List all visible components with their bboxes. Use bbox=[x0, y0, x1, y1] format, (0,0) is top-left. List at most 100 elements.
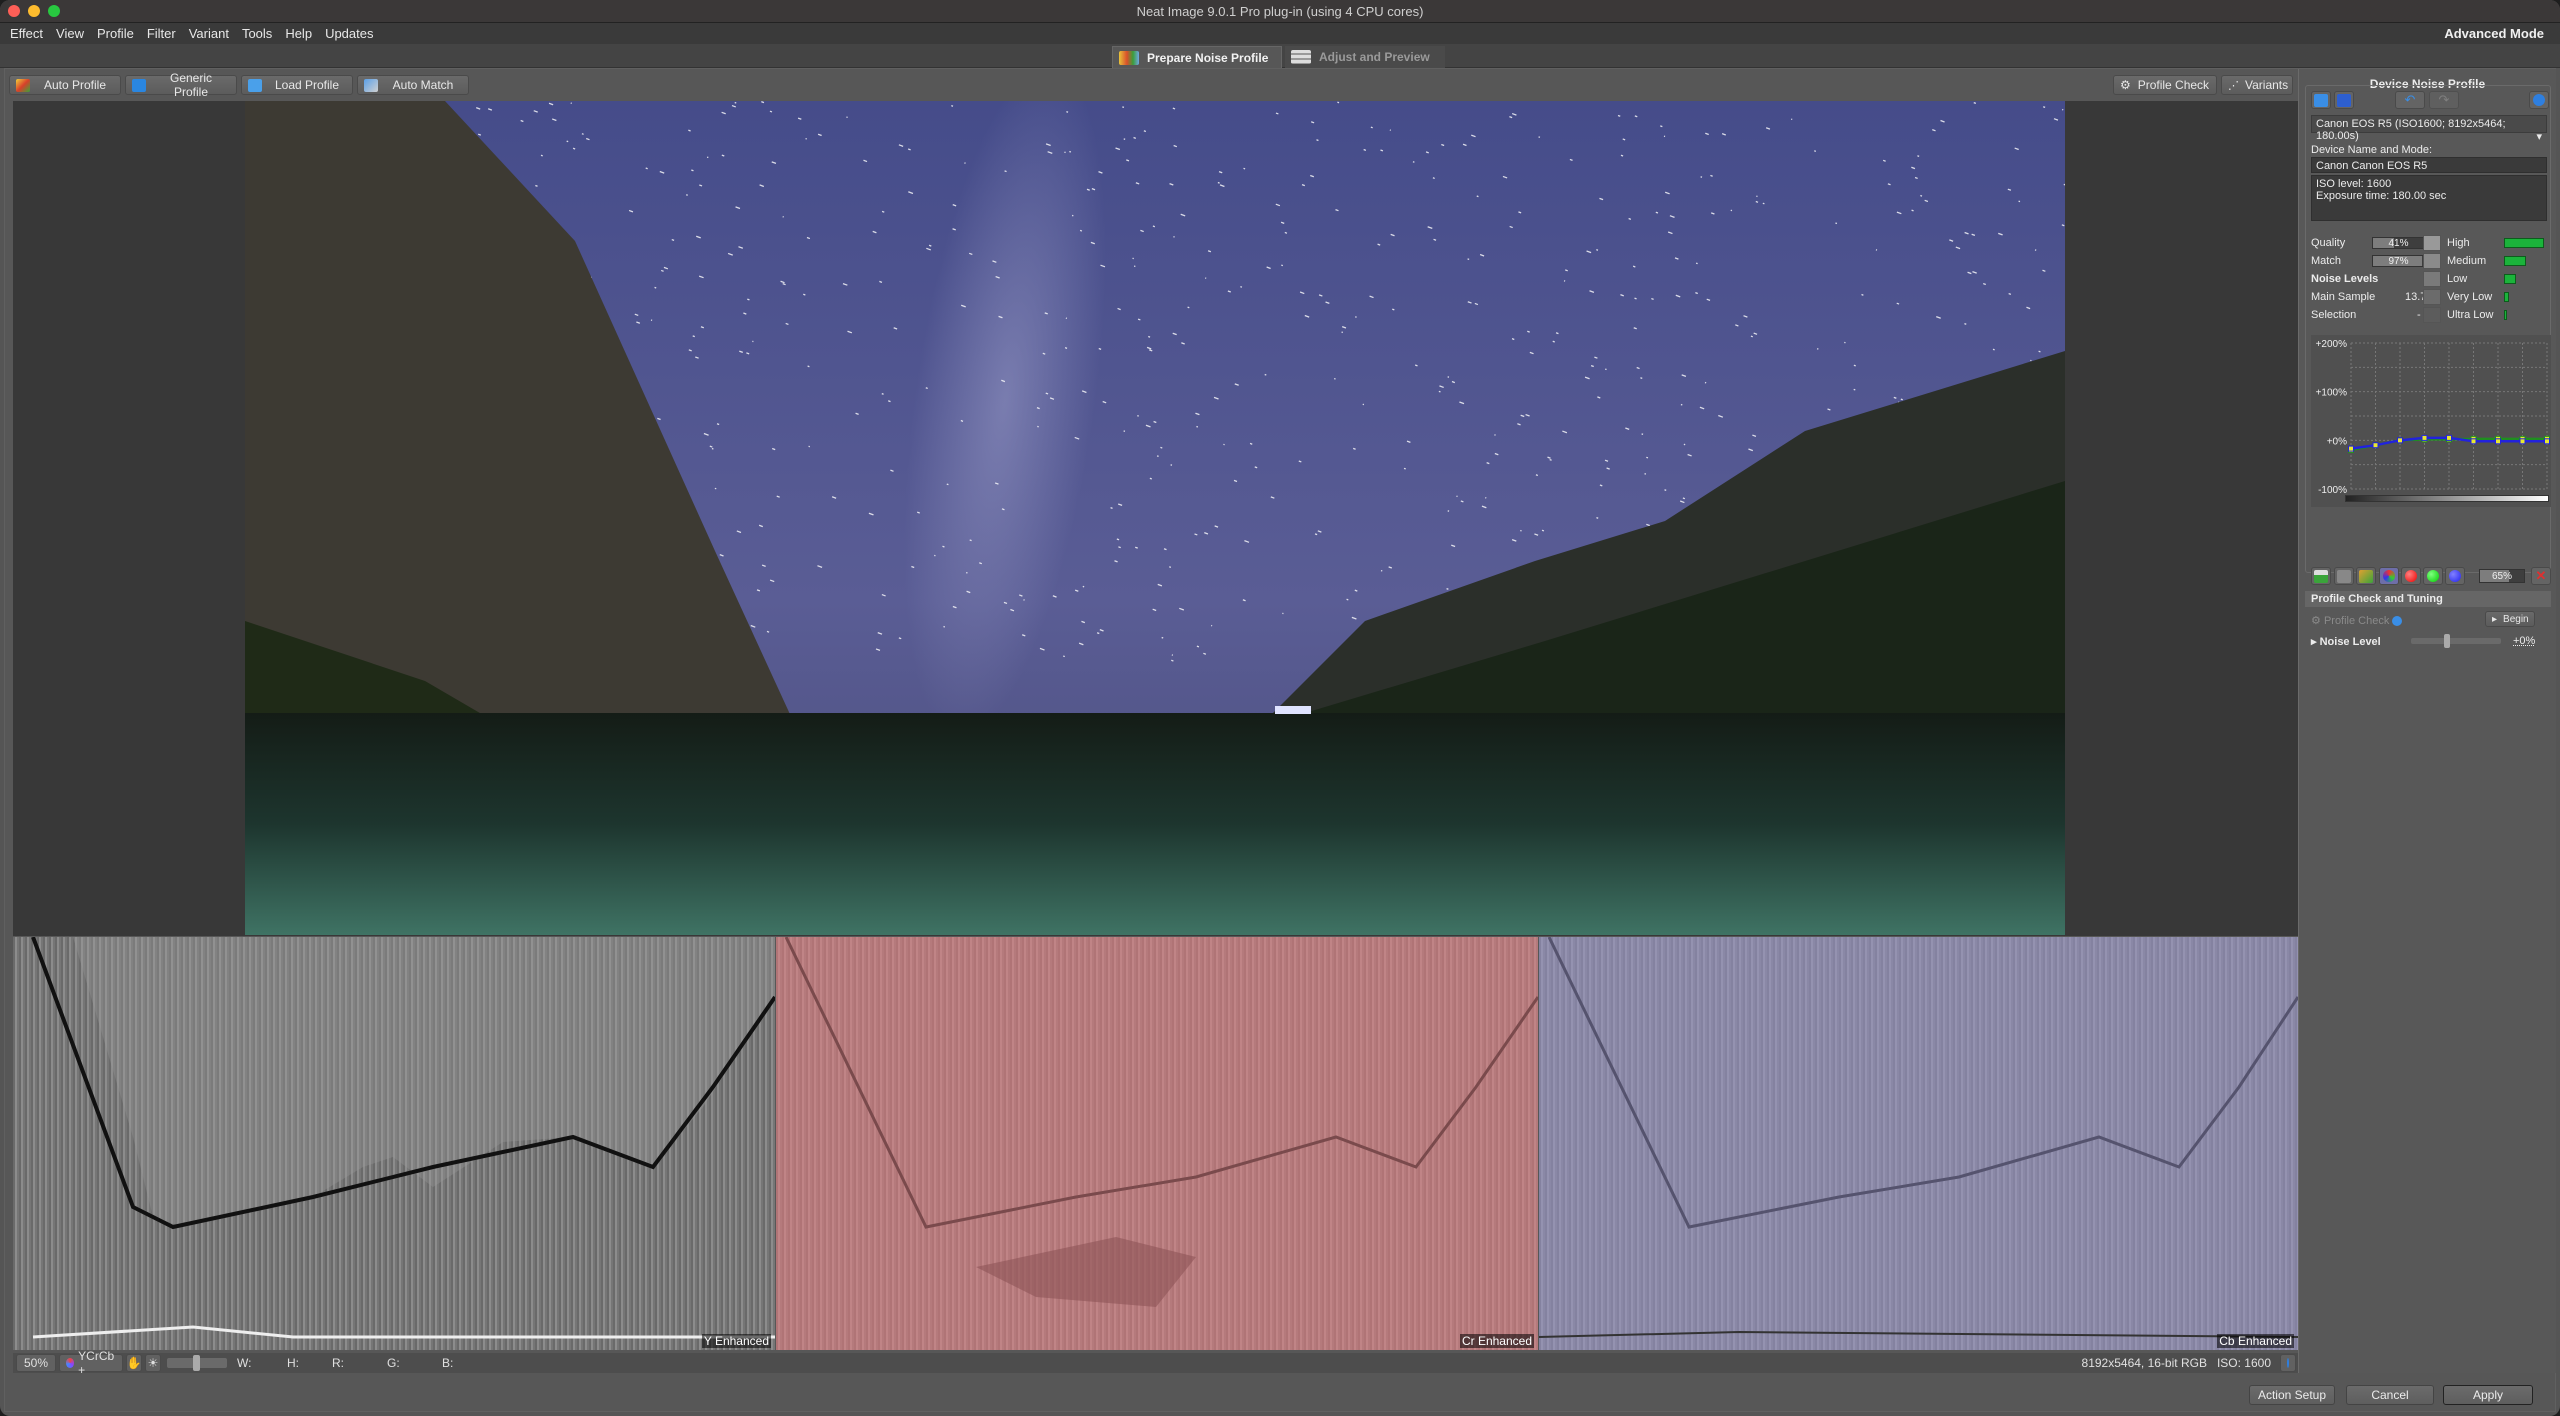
device-name-field[interactable]: Canon Canon EOS R5 bbox=[2311, 157, 2547, 173]
sliders-icon bbox=[1291, 50, 1311, 64]
auto-profile-button[interactable]: Auto Profile bbox=[9, 75, 121, 95]
blue-channel-button[interactable] bbox=[2445, 567, 2465, 585]
cr-channel-preview[interactable]: Cr Enhanced bbox=[776, 937, 1538, 1350]
cb-enhanced-label: Cb Enhanced bbox=[2217, 1334, 2294, 1348]
load-profile-button[interactable]: Load Profile bbox=[241, 75, 353, 95]
chevron-down-icon: ▾ bbox=[2536, 131, 2542, 143]
colorspace-select[interactable]: YCrCb + bbox=[59, 1349, 123, 1377]
tab-prepare-noise-profile[interactable]: Prepare Noise Profile bbox=[1112, 46, 1282, 68]
view-mixed-button[interactable] bbox=[2356, 567, 2376, 585]
noise-level-slider[interactable] bbox=[2411, 634, 2501, 648]
noise-level-row[interactable]: ▸ Noise Level bbox=[2311, 635, 2381, 648]
tab-label: Prepare Noise Profile bbox=[1147, 50, 1269, 65]
frequency-label: Very Low bbox=[2447, 291, 2493, 303]
open-profile-button[interactable] bbox=[2311, 91, 2331, 109]
apply-button[interactable]: Apply bbox=[2443, 1385, 2533, 1405]
brightness-slider[interactable] bbox=[167, 1355, 227, 1371]
menu-variant[interactable]: Variant bbox=[189, 26, 229, 41]
bell-curve-icon bbox=[132, 78, 146, 92]
match-label: Match bbox=[2311, 255, 2341, 267]
sun-icon: ☀ bbox=[147, 1356, 159, 1370]
image-viewer[interactable] bbox=[13, 101, 2298, 936]
redo-button[interactable]: ↷ bbox=[2429, 91, 2459, 109]
series-point[interactable] bbox=[2519, 438, 2526, 445]
frequency-level-bar bbox=[2504, 256, 2526, 266]
profile-check-button[interactable]: ⚙ Profile Check bbox=[2113, 75, 2217, 95]
frequency-level-bar bbox=[2504, 274, 2516, 284]
brightness-button[interactable]: ☀ bbox=[145, 1354, 161, 1372]
menu-bar: Effect View Profile Filter Variant Tools… bbox=[0, 23, 2560, 44]
frequency-level-bar bbox=[2504, 292, 2509, 302]
selection-value: - bbox=[2417, 309, 2421, 321]
variants-button[interactable]: ⋰ Variants bbox=[2221, 75, 2293, 95]
frequency-level-bar bbox=[2504, 310, 2507, 320]
noise-level-label: Noise Level bbox=[2319, 636, 2381, 648]
profile-select[interactable]: Canon EOS R5 (ISO1600; 8192x5464; 180.00… bbox=[2311, 115, 2547, 143]
noise-level-handle[interactable] bbox=[2444, 634, 2450, 648]
zoom-button[interactable] bbox=[48, 5, 60, 17]
series-point[interactable] bbox=[2544, 438, 2550, 445]
series-point[interactable] bbox=[2470, 438, 2477, 445]
x-icon: ✕ bbox=[2535, 568, 2547, 583]
series-point[interactable] bbox=[2397, 437, 2403, 444]
prepare-profile-icon bbox=[1119, 50, 1139, 65]
series-point[interactable] bbox=[2495, 438, 2501, 445]
zoom-select[interactable]: 50% bbox=[16, 1354, 56, 1372]
minimize-button[interactable] bbox=[28, 5, 40, 17]
photo-preview[interactable] bbox=[245, 101, 2065, 935]
hand-tool-button[interactable]: ✋ bbox=[126, 1354, 142, 1372]
series-point[interactable] bbox=[2421, 434, 2428, 441]
menu-tools[interactable]: Tools bbox=[242, 26, 272, 41]
frequency-swatch bbox=[2423, 289, 2441, 305]
series-point[interactable] bbox=[2446, 434, 2452, 441]
blue-dot-icon bbox=[2449, 570, 2461, 582]
red-channel-button[interactable] bbox=[2401, 567, 2421, 585]
slider-handle[interactable] bbox=[193, 1355, 200, 1371]
opacity-bar[interactable]: 65% bbox=[2479, 569, 2525, 583]
noise-level-graph[interactable]: +200% +100% +0% -100% bbox=[2311, 335, 2551, 507]
profile-info-button[interactable] bbox=[2529, 91, 2549, 109]
y-enhanced-label: Y Enhanced bbox=[701, 1334, 771, 1348]
auto-match-button[interactable]: Auto Match bbox=[357, 75, 469, 95]
frequency-swatch bbox=[2423, 271, 2441, 287]
generic-profile-button[interactable]: Generic Profile bbox=[125, 71, 237, 99]
tab-adjust-and-preview[interactable]: Adjust and Preview bbox=[1285, 46, 1445, 68]
rgb-icon bbox=[2383, 570, 2395, 582]
frequency-label: Ultra Low bbox=[2447, 309, 2494, 321]
image-info: 8192x5464, 16-bit RGB bbox=[2081, 1356, 2207, 1370]
menu-profile[interactable]: Profile bbox=[97, 26, 134, 41]
info-button[interactable] bbox=[2280, 1354, 2296, 1372]
help-icon[interactable] bbox=[2392, 616, 2403, 627]
save-profile-button[interactable] bbox=[2334, 91, 2354, 109]
menu-view[interactable]: View bbox=[56, 26, 84, 41]
cr-channel-image bbox=[784, 937, 1538, 1307]
app-window: Neat Image 9.0.1 Pro plug-in (using 4 CP… bbox=[0, 0, 2560, 1416]
all-channels-button[interactable] bbox=[2379, 567, 2399, 585]
undo-button[interactable]: ↶ bbox=[2395, 91, 2425, 109]
undo-icon: ↶ bbox=[2404, 92, 2416, 107]
cb-channel-preview[interactable]: Cb Enhanced bbox=[1539, 937, 2298, 1350]
close-button[interactable] bbox=[8, 5, 20, 17]
menu-filter[interactable]: Filter bbox=[147, 26, 176, 41]
green-dot-icon bbox=[2427, 570, 2439, 582]
cancel-button[interactable]: Cancel bbox=[2346, 1385, 2434, 1405]
match-bar: 97% bbox=[2372, 255, 2425, 267]
y-channel-preview[interactable]: Y Enhanced bbox=[13, 937, 775, 1350]
view-table-button[interactable] bbox=[2334, 567, 2354, 585]
action-setup-button[interactable]: Action Setup bbox=[2249, 1385, 2335, 1405]
begin-button[interactable]: ▸ Begin bbox=[2485, 611, 2535, 627]
series-point[interactable] bbox=[2372, 442, 2379, 449]
menu-effect[interactable]: Effect bbox=[10, 26, 43, 41]
menu-help[interactable]: Help bbox=[285, 26, 312, 41]
green-channel-button[interactable] bbox=[2423, 567, 2443, 585]
menu-updates[interactable]: Updates bbox=[325, 26, 373, 41]
mixed-icon bbox=[2359, 569, 2373, 583]
reset-button[interactable]: ✕ bbox=[2531, 567, 2551, 585]
height-readout: H: bbox=[287, 1356, 299, 1370]
red-dot-icon bbox=[2405, 570, 2417, 582]
view-graph-button[interactable] bbox=[2311, 567, 2331, 585]
series-point[interactable] bbox=[2348, 445, 2354, 452]
noise-level-value[interactable]: +0% bbox=[2513, 635, 2535, 647]
landscape-image bbox=[245, 101, 2065, 935]
advanced-mode-toggle[interactable]: Advanced Mode bbox=[2444, 26, 2544, 41]
